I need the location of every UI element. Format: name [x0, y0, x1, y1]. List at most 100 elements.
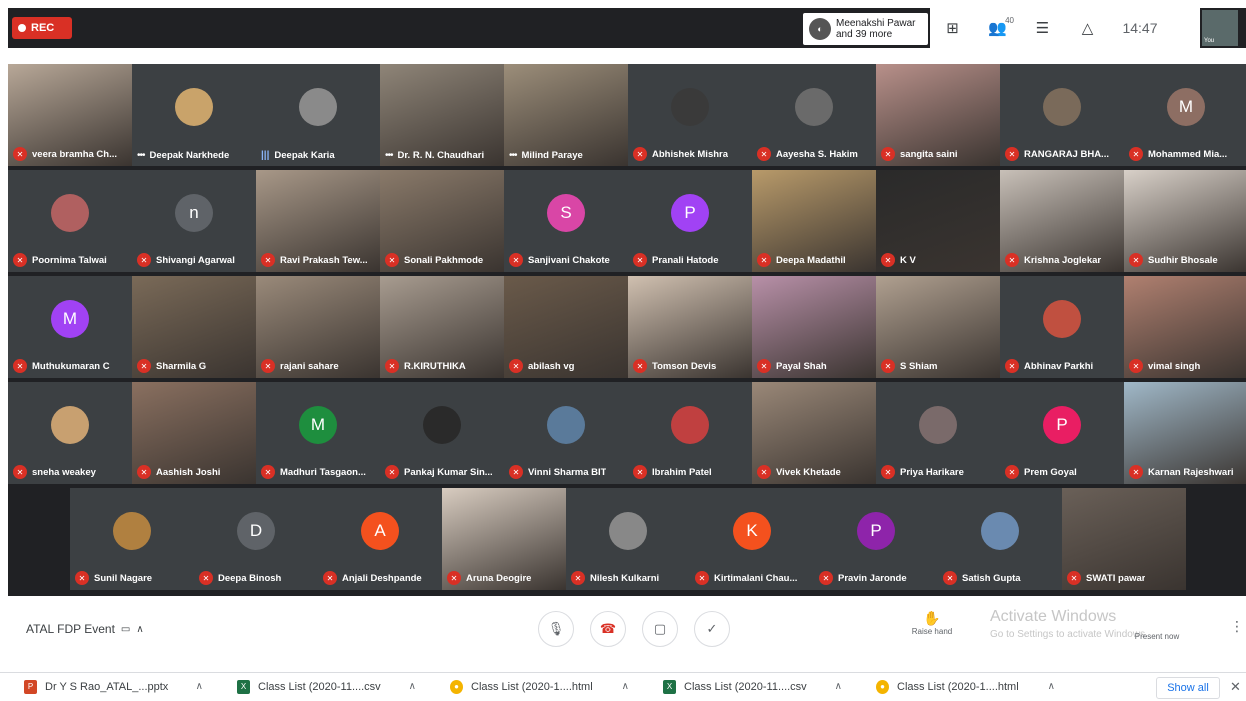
participant-name: Ravi Prakash Tew...	[280, 254, 368, 266]
chat-icon[interactable]: ☰	[1020, 8, 1065, 48]
participant-tile[interactable]: ✕ RANGARAJ BHA...	[1000, 64, 1124, 166]
participant-tile[interactable]: ••• Dr. R. N. Chaudhari	[380, 64, 504, 166]
participant-tile[interactable]: ✕ sangita saini	[876, 64, 1000, 166]
mic-muted-icon: ✕	[633, 359, 647, 373]
presenter-text: Meenakshi Pawar and 39 more	[836, 18, 915, 40]
participant-grid: ✕ veera bramha Ch... ••• Deepak Narkhede |||…	[8, 64, 1246, 596]
participant-name: RANGARAJ BHA...	[1024, 148, 1109, 160]
mic-muted-icon: ✕	[633, 465, 647, 479]
participant-tile[interactable]: P ✕ Pranali Hatode	[628, 170, 752, 272]
raise-hand-button[interactable]: ✋ Raise hand	[902, 610, 962, 636]
participant-name-row: ✕ Ravi Prakash Tew...	[261, 253, 377, 267]
participant-tile[interactable]: ••• Deepak Narkhede	[132, 64, 256, 166]
participant-tile[interactable]: ✕ Priya Harikare	[876, 382, 1000, 484]
participant-tile[interactable]: ✕ Payal Shah	[752, 276, 876, 378]
caption-box-icon: ▭	[120, 623, 131, 635]
download-item[interactable]: X Class List (2020-11....csv ∧	[213, 673, 426, 701]
mic-muted-icon: ✕	[509, 253, 523, 267]
participant-tile[interactable]: ||| Deepak Karia	[256, 64, 380, 166]
participant-name: Abhishek Mishra	[652, 148, 729, 160]
participant-name: Kirtimalani Chau...	[714, 572, 798, 584]
download-item[interactable]: X Class List (2020-11....csv ∧	[639, 673, 852, 701]
participant-tile[interactable]: ✕ Vivek Khetade	[752, 382, 876, 484]
presenter-chip[interactable]: ◐ Meenakshi Pawar and 39 more	[803, 13, 928, 45]
activities-icon[interactable]: △	[1065, 8, 1110, 48]
participant-tile[interactable]: S ✕ Sanjivani Chakote	[504, 170, 628, 272]
chevron-up-icon[interactable]: ∧	[409, 681, 416, 692]
participant-tile[interactable]: ✕ Aruna Deogire	[442, 488, 566, 590]
participant-tile[interactable]: ✕ Ibrahim Patel	[628, 382, 752, 484]
participant-name-row: ✕ Payal Shah	[757, 359, 873, 373]
participant-tile[interactable]: ✕ Sudhir Bhosale	[1124, 170, 1246, 272]
participant-tile[interactable]: ✕ R.KIRUTHIKA	[380, 276, 504, 378]
camera-button[interactable]: ▢	[642, 611, 678, 647]
download-item[interactable]: P Dr Y S Rao_ATAL_...pptx ∧	[0, 673, 213, 701]
participant-tile[interactable]: ✕ Deepa Madathil	[752, 170, 876, 272]
participant-tile[interactable]: M ✕ Mohammed Mia...	[1124, 64, 1246, 166]
participant-tile[interactable]: P ✕ Prem Goyal	[1000, 382, 1124, 484]
photo-avatar	[919, 405, 957, 444]
mic-button[interactable]: 🎙	[538, 611, 574, 647]
participant-tile[interactable]: ✕ Ravi Prakash Tew...	[256, 170, 380, 272]
participant-tile[interactable]: A ✕ Anjali Deshpande	[318, 488, 442, 590]
layout-icon[interactable]: ⊞	[930, 8, 975, 48]
show-all-button[interactable]: Show all	[1156, 677, 1220, 699]
participant-tile[interactable]: ✕ rajani sahare	[256, 276, 380, 378]
participant-tile[interactable]: n ✕ Shivangi Agarwal	[132, 170, 256, 272]
participant-tile[interactable]: ✕ Sunil Nagare	[70, 488, 194, 590]
bottom-bar: ATAL FDP Event ▭ ∧ 🎙 ☎ ▢ ✓ ✋ Raise hand …	[0, 596, 1246, 658]
participant-tile[interactable]: M ✕ Muthukumaran C	[8, 276, 132, 378]
participant-tile[interactable]: ✕ Nilesh Kulkarni	[566, 488, 690, 590]
download-item[interactable]: ● Class List (2020-1....html ∧	[426, 673, 639, 701]
participant-tile[interactable]: ✕ Poornima Talwai	[8, 170, 132, 272]
participant-tile[interactable]: ✕ Abhishek Mishra	[628, 64, 752, 166]
participant-tile[interactable]: ✕ vimal singh	[1124, 276, 1246, 378]
participant-tile[interactable]: ✕ Abhinav Parkhi	[1000, 276, 1124, 378]
mic-muted-icon: ✕	[261, 359, 275, 373]
participant-tile[interactable]: ••• Milind Paraye	[504, 64, 628, 166]
chevron-up-icon[interactable]: ∧	[1048, 681, 1055, 692]
participant-name-row: ✕ Shivangi Agarwal	[137, 253, 253, 267]
download-item[interactable]: ● Class List (2020-1....html ∧	[852, 673, 1065, 701]
participant-tile[interactable]: ✕ Aashish Joshi	[132, 382, 256, 484]
participant-tile[interactable]: M ✕ Madhuri Tasgaon...	[256, 382, 380, 484]
participant-name: Sonali Pakhmode	[404, 254, 484, 266]
chevron-up-icon[interactable]: ∧	[196, 681, 203, 692]
participant-tile[interactable]: ✕ veera bramha Ch...	[8, 64, 132, 166]
mic-muted-icon: ✕	[385, 359, 399, 373]
meeting-details[interactable]: ATAL FDP Event ▭ ∧	[26, 622, 144, 636]
people-icon[interactable]: 👥 40	[975, 8, 1020, 48]
leave-call-button[interactable]: ☎	[590, 611, 626, 647]
participant-tile[interactable]: ✕ Karnan Rajeshwari	[1124, 382, 1246, 484]
self-view[interactable]: You	[1202, 10, 1238, 46]
more-options-icon[interactable]: ⋮	[1230, 618, 1244, 635]
people-count: 40	[1005, 16, 1014, 25]
close-downloads-icon[interactable]: ✕	[1230, 679, 1241, 695]
participant-tile[interactable]: ✕ abilash vg	[504, 276, 628, 378]
participant-tile[interactable]: ✕ Pankaj Kumar Sin...	[380, 382, 504, 484]
tick-button[interactable]: ✓	[694, 611, 730, 647]
participant-tile[interactable]: D ✕ Deepa Binosh	[194, 488, 318, 590]
mic-muted-icon: ✕	[757, 359, 771, 373]
participant-tile[interactable]: ✕ SWATI pawar	[1062, 488, 1186, 590]
participant-tile[interactable]: ✕ Krishna Joglekar	[1000, 170, 1124, 272]
chevron-up-icon[interactable]: ∧	[622, 681, 629, 692]
participant-tile[interactable]: ✕ S Shiam	[876, 276, 1000, 378]
chevron-up-icon[interactable]: ∧	[835, 681, 842, 692]
participant-name-row: ✕ abilash vg	[509, 359, 625, 373]
photo-avatar	[795, 87, 833, 126]
participant-tile[interactable]: ✕ Satish Gupta	[938, 488, 1062, 590]
participant-tile[interactable]: ✕ K V	[876, 170, 1000, 272]
present-now-button[interactable]: Present now	[1122, 632, 1192, 641]
participant-name-row: ✕ Vivek Khetade	[757, 465, 873, 479]
participant-tile[interactable]: ✕ Tomson Devis	[628, 276, 752, 378]
participant-tile[interactable]: ✕ Vinni Sharma BIT	[504, 382, 628, 484]
participant-tile[interactable]: ✕ Sharmila G	[132, 276, 256, 378]
top-icon-bar: ⊞ 👥 40 ☰ △ 14:47	[930, 8, 1200, 48]
participant-tile[interactable]: P ✕ Pravin Jaronde	[814, 488, 938, 590]
hang-up-icon: ☎	[599, 621, 617, 636]
participant-tile[interactable]: ✕ Aayesha S. Hakim	[752, 64, 876, 166]
participant-tile[interactable]: ✕ sneha weakey	[8, 382, 132, 484]
participant-tile[interactable]: K ✕ Kirtimalani Chau...	[690, 488, 814, 590]
participant-tile[interactable]: ✕ Sonali Pakhmode	[380, 170, 504, 272]
